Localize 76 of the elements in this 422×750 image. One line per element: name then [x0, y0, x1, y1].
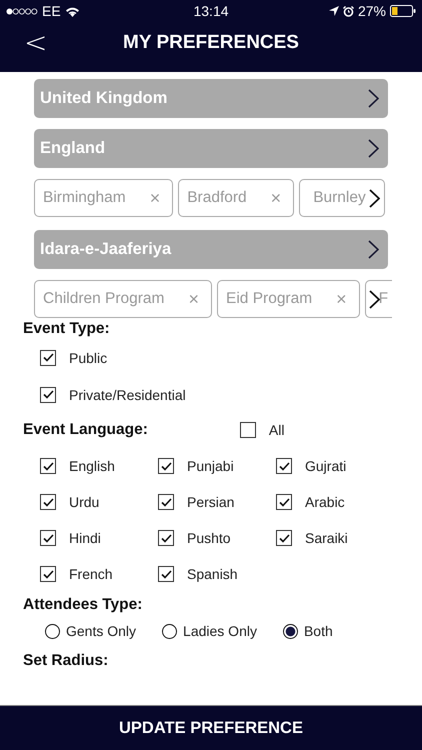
back-button[interactable]: <: [20, 26, 52, 60]
checkmark-icon: [278, 534, 290, 542]
wifi-icon: [64, 6, 80, 16]
radio-button[interactable]: [282, 624, 298, 638]
tag-chip[interactable]: Children Program ×: [34, 280, 212, 318]
checkbox-label: Urdu: [69, 494, 100, 510]
carrier-name: EE: [42, 3, 61, 19]
checkbox[interactable]: [158, 494, 174, 510]
checkmark-icon: [42, 390, 54, 399]
checkbox-label: Saraiki: [305, 530, 348, 546]
checkmark-icon: [42, 534, 54, 542]
tag-chip[interactable]: Birmingham ×: [34, 179, 174, 217]
checkmark-icon: [160, 570, 172, 578]
checkbox-label: Gujrati: [305, 458, 346, 474]
checkbox[interactable]: [276, 530, 292, 546]
status-time: 13:14: [193, 3, 229, 19]
section-heading: Set Radius:: [23, 652, 110, 670]
battery-icon: [390, 5, 416, 17]
checkbox[interactable]: [40, 350, 56, 366]
checkbox-label: Arabic: [305, 494, 345, 510]
radio-button[interactable]: [45, 624, 60, 638]
alarm-icon: [342, 6, 354, 16]
checkbox-label: All: [268, 422, 284, 438]
tag-chip[interactable]: F: [364, 280, 392, 318]
checkbox[interactable]: [158, 530, 174, 546]
tag-chip[interactable]: Bradford ×: [178, 179, 294, 217]
checkmark-icon: [160, 462, 172, 470]
page-title: MY PREFERENCES: [123, 32, 299, 54]
dropdown-select[interactable]: United Kingdom: [34, 79, 388, 118]
checkbox[interactable]: [276, 458, 292, 474]
chevron-icon[interactable]: [369, 290, 380, 309]
checkbox-label: Spanish: [187, 566, 238, 582]
checkbox-label: French: [69, 566, 113, 582]
radio-label: Ladies Only: [183, 623, 257, 639]
radio-button[interactable]: [162, 624, 178, 638]
checkbox-label: Private/Residential: [69, 386, 186, 402]
signal-icon: [6, 8, 38, 14]
checkbox[interactable]: [158, 566, 174, 582]
checkbox[interactable]: [40, 386, 56, 402]
checkbox[interactable]: [40, 458, 56, 474]
checkmark-icon: [160, 534, 172, 542]
checkbox[interactable]: [240, 422, 256, 438]
checkbox[interactable]: [158, 458, 174, 474]
checkmark-icon: [42, 498, 54, 506]
checkbox-label: Persian: [187, 494, 234, 510]
section-heading: Event Type:: [23, 320, 111, 338]
radio-label: Both: [304, 623, 333, 639]
checkbox-label: Punjabi: [187, 458, 234, 474]
tag-chip[interactable]: Eid Program ×: [216, 280, 360, 318]
checkbox[interactable]: [40, 494, 56, 510]
dropdown-select[interactable]: Idara-e-Jaaferiya: [34, 230, 388, 269]
checkmark-icon: [42, 570, 54, 578]
section-heading: Attendees Type:: [23, 596, 144, 614]
checkbox[interactable]: [40, 530, 56, 546]
checkbox[interactable]: [40, 566, 56, 582]
dropdown-select[interactable]: England: [34, 129, 388, 168]
location-arrow-icon: [328, 6, 339, 16]
chevron-icon: [368, 89, 379, 108]
checkmark-icon: [42, 462, 54, 470]
checkbox-label: Pushto: [187, 530, 231, 546]
checkmark-icon: [160, 498, 172, 506]
checkmark-icon: [278, 498, 290, 506]
section-heading: Event Language:: [23, 421, 148, 439]
checkmark-icon: [278, 462, 290, 470]
checkbox-label: Public: [69, 350, 108, 366]
chevron-icon: [368, 139, 379, 158]
tag-chip[interactable]: Burnley: [299, 179, 385, 217]
radio-label: Gents Only: [66, 623, 136, 639]
checkbox-label: English: [69, 458, 115, 474]
checkbox-label: Hindi: [69, 530, 101, 546]
checkbox[interactable]: [276, 494, 292, 510]
checkmark-icon: [42, 353, 54, 362]
battery-percent: 27%: [358, 3, 386, 19]
chevron-icon: [368, 240, 379, 259]
update-preference-button[interactable]: UPDATE PREFERENCE: [0, 705, 422, 750]
chevron-icon[interactable]: [369, 189, 380, 208]
